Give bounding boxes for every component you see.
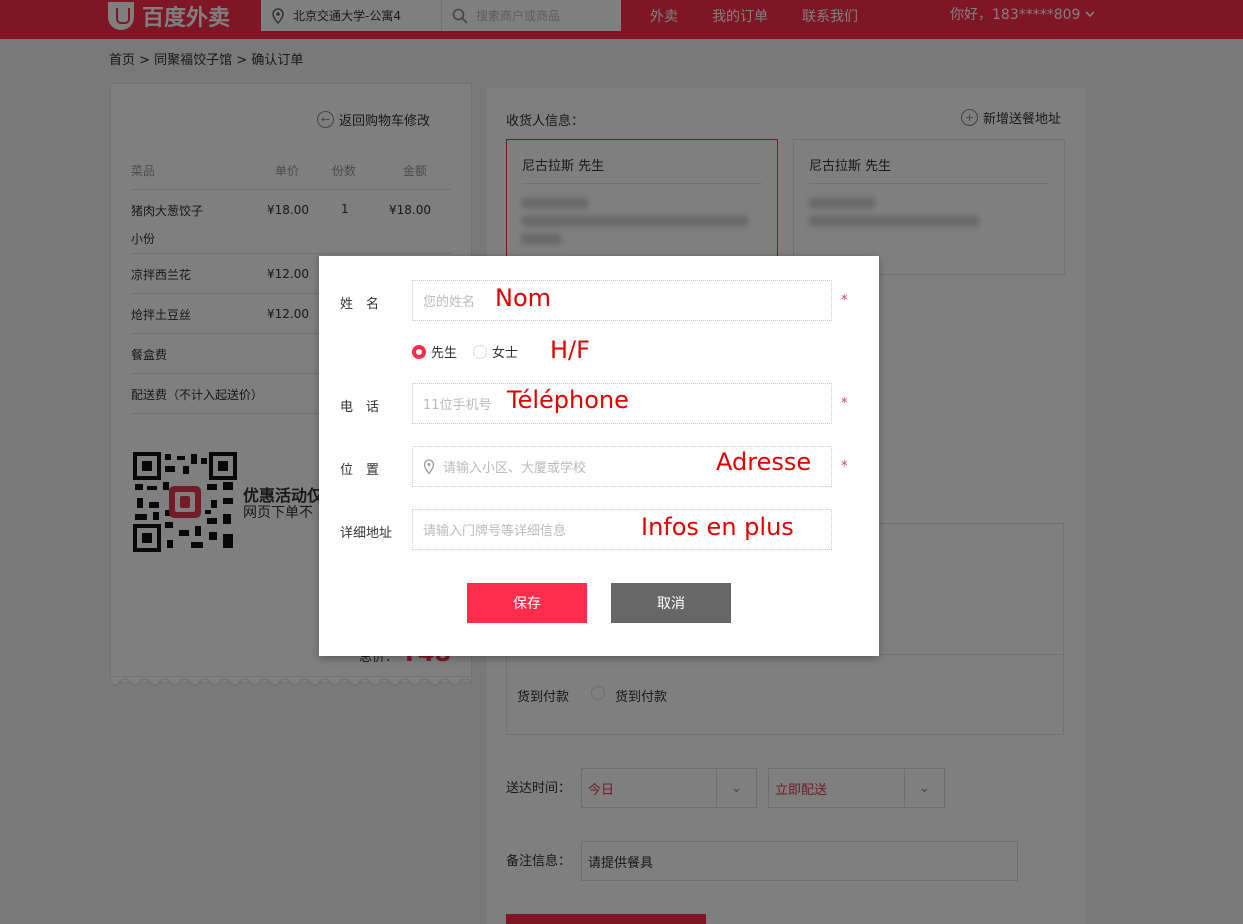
phone-placeholder: 11位手机号: [423, 398, 492, 413]
detail-address-placeholder: 请输入门牌号等详细信息: [423, 524, 567, 539]
gender-radio-male[interactable]: [412, 344, 426, 359]
required-mark: *: [841, 293, 848, 308]
location-annotation: Adresse: [716, 448, 812, 476]
gender-radio-group: 先生 女士: [412, 342, 518, 361]
phone-annotation: Téléphone: [507, 386, 629, 414]
name-label: 姓 名: [340, 297, 380, 312]
detail-address-label: 详细地址: [340, 526, 393, 541]
gender-annotation: H/F: [550, 336, 590, 364]
gender-radio-female[interactable]: [473, 344, 488, 359]
detail-annotation: Infos en plus: [641, 513, 794, 541]
location-placeholder: 请输入小区、大厦或学校: [443, 461, 587, 476]
phone-label: 电 话: [340, 400, 380, 415]
required-mark: *: [841, 459, 848, 474]
gender-option-female[interactable]: 女士: [492, 342, 518, 361]
location-pin-icon: [423, 458, 435, 475]
location-label: 位 置: [340, 463, 380, 478]
name-placeholder: 您的姓名: [423, 295, 476, 310]
name-annotation: Nom: [495, 284, 552, 312]
save-button[interactable]: 保存: [467, 583, 587, 623]
new-address-dialog: 姓 名 您的姓名 * Nom 先生 女士 H/F 电 话 11位手机号 * Té…: [319, 256, 879, 656]
name-field[interactable]: 您的姓名: [412, 280, 832, 321]
required-mark: *: [841, 396, 848, 411]
cancel-button[interactable]: 取消: [611, 583, 731, 623]
gender-option-male[interactable]: 先生: [431, 342, 457, 361]
